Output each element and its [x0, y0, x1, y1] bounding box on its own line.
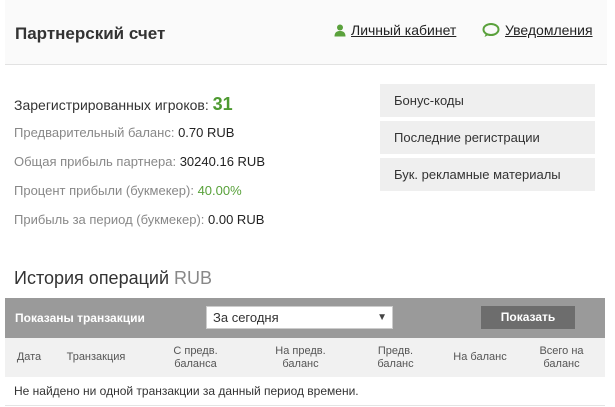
registered-players-label: Зарегистрированных игроков:: [14, 97, 209, 113]
column-transaction: Транзакция: [53, 351, 139, 364]
empty-transactions-message: Не найдено ни одной транзакции за данный…: [5, 377, 605, 406]
history-title: История операций RUB: [14, 268, 212, 289]
column-to-prelim-balance-line1: На предв.: [275, 344, 326, 357]
total-profit-value: 30240.16 RUB: [179, 154, 265, 169]
column-to-balance: На баланс: [442, 351, 518, 364]
show-button[interactable]: Показать: [481, 306, 575, 329]
column-from-prelim-balance: С предв. баланса: [139, 345, 252, 371]
column-total-to-balance-line1: Всего на: [539, 344, 584, 357]
total-profit-label: Общая прибыль партнера:: [14, 154, 177, 169]
period-profit-stat: Прибыль за период (букмекер): 0.00 RUB: [14, 209, 265, 230]
profit-percent-label: Процент прибыли (букмекер):: [14, 183, 194, 198]
history-currency: RUB: [174, 268, 213, 288]
column-from-prelim-balance-line2: баланса: [174, 357, 217, 370]
user-icon: [334, 24, 346, 36]
column-prelim-balance: Предв. баланс: [349, 345, 442, 371]
column-to-prelim-balance: На предв. баланс: [252, 345, 349, 371]
column-to-prelim-balance-line2: баланс: [282, 357, 319, 370]
column-date-label: Дата: [16, 351, 42, 363]
column-prelim-balance-line1: Предв.: [377, 344, 414, 357]
prelim-balance-value: 0.70 RUB: [178, 125, 235, 140]
partner-account-page: Партнерский счет Личный кабинет Уведомле…: [0, 0, 615, 407]
column-to-balance-label: На баланс: [453, 351, 507, 363]
transactions-filter-bar: Показаны транзакции За сегодня ▼ Показат…: [5, 298, 605, 338]
triangle-down-icon: ▼: [377, 312, 387, 323]
side-menu-recent-registrations[interactable]: Последние регистрации: [380, 121, 595, 154]
column-total-to-balance: Всего на баланс: [518, 345, 605, 371]
side-menu-promo-materials[interactable]: Бук. рекламные материалы: [380, 158, 595, 191]
period-profit-label: Прибыль за период (букмекер):: [14, 212, 205, 227]
period-select[interactable]: За сегодня ▼: [206, 306, 393, 329]
column-from-prelim-balance-line1: С предв.: [173, 344, 218, 357]
column-transaction-label: Транзакция: [66, 351, 126, 363]
notifications-label: Уведомления: [505, 22, 593, 38]
profit-percent-stat: Процент прибыли (букмекер): 40.00%: [14, 180, 265, 201]
account-stats: Зарегистрированных игроков: 31 Предварит…: [14, 92, 265, 238]
history-title-text: История операций: [14, 268, 170, 288]
filter-label: Показаны транзакции: [15, 311, 145, 325]
column-total-to-balance-line2: баланс: [543, 357, 580, 370]
registered-players-count: 31: [212, 94, 233, 114]
side-menu-bonus-codes[interactable]: Бонус-коды: [380, 84, 595, 117]
notifications-link[interactable]: Уведомления: [482, 22, 593, 38]
prelim-balance-label: Предварительный баланс:: [14, 125, 175, 140]
column-date: Дата: [5, 351, 53, 364]
transactions-table-header: Дата Транзакция С предв. баланса На пред…: [5, 338, 605, 377]
personal-cabinet-link[interactable]: Личный кабинет: [334, 22, 456, 38]
side-menu: Бонус-коды Последние регистрации Бук. ре…: [380, 84, 595, 195]
personal-cabinet-label: Личный кабинет: [351, 22, 457, 38]
period-select-value: За сегодня: [213, 310, 279, 325]
profit-percent-value: 40.00%: [197, 183, 242, 198]
registered-players-stat: Зарегистрированных игроков: 31: [14, 92, 265, 116]
period-profit-value: 0.00 RUB: [208, 212, 265, 227]
column-prelim-balance-line2: баланс: [377, 357, 414, 370]
page-header: Партнерский счет Личный кабинет Уведомле…: [5, 0, 607, 65]
prelim-balance-stat: Предварительный баланс: 0.70 RUB: [14, 122, 265, 143]
page-title: Партнерский счет: [15, 24, 166, 43]
total-profit-stat: Общая прибыль партнера: 30240.16 RUB: [14, 151, 265, 172]
speech-bubble-icon: [482, 22, 500, 37]
